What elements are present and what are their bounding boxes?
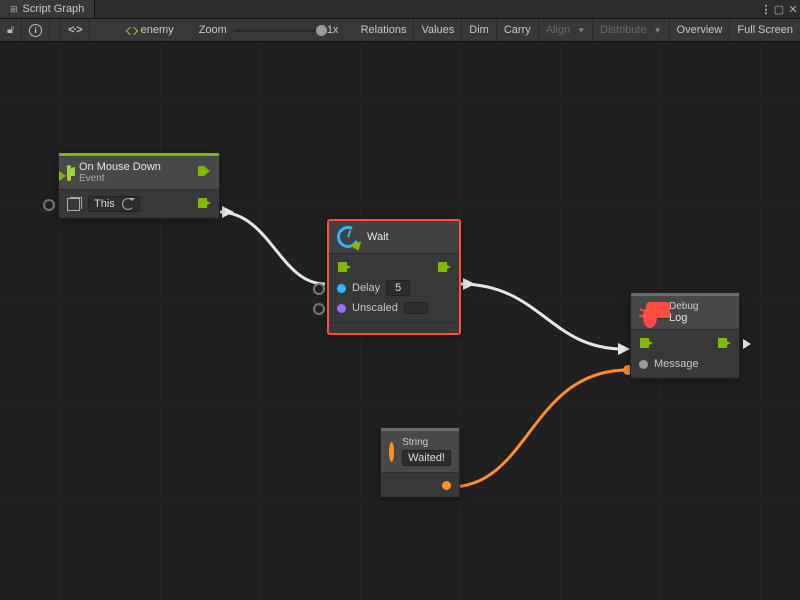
target-port-row: This [59,194,219,214]
delay-input-port[interactable] [313,283,325,295]
hierarchy-icon: ⊞ [10,4,18,15]
toolbar: 🔓︎ i <·> enemy Zoom 1x Relations Values … [0,19,800,42]
window-titlebar: ⊞ Script Graph ⋮ ▢ ✕ [0,0,800,19]
node-header[interactable]: Debug Log [631,296,739,330]
node-title: Log [669,312,698,324]
unscaled-label: Unscaled [352,302,398,314]
string-type-icon [389,442,394,462]
flow-input-port[interactable] [337,261,351,276]
zoom-label: Zoom [199,24,227,36]
flow-input-port[interactable] [639,337,653,352]
node-header[interactable]: String Waited! [381,431,459,473]
values-button[interactable]: Values [414,19,462,41]
object-type-icon [639,360,648,369]
lock-button[interactable]: 🔓︎ [0,19,22,41]
float-type-icon [337,284,346,293]
fullscreen-button[interactable]: Full Screen [730,19,800,41]
chevron-down-icon: ▼ [654,26,662,35]
breadcrumb-button[interactable]: <·> [60,19,90,41]
tab-title: Script Graph [23,3,85,15]
target-field[interactable]: This [88,196,140,212]
breadcrumb-icon: <·> [68,24,82,36]
node-title: String [402,437,451,448]
bool-type-icon [337,304,346,313]
flow-output-port[interactable] [197,197,211,212]
unscaled-checkbox[interactable] [404,302,428,314]
string-value-field[interactable]: Waited! [402,450,451,466]
flow-output-port[interactable] [437,261,451,276]
unscaled-input-port[interactable] [313,303,325,315]
target-input-port[interactable] [43,199,55,211]
flow-out-icon [197,165,211,180]
flow-external-out[interactable] [743,339,751,349]
node-on-mouse-down[interactable]: On Mouse Down Event This [58,152,220,219]
mouse-down-icon [67,167,71,179]
delay-field[interactable]: 5 [386,280,410,296]
zoom-value: 1x [327,24,339,36]
string-output-port[interactable] [442,481,451,490]
variable-icon [127,25,137,35]
breadcrumb-var-name: enemy [141,24,174,36]
graph-canvas[interactable]: On Mouse Down Event This [0,42,800,600]
node-string-literal[interactable]: String Waited! [380,427,460,498]
node-title: On Mouse Down [79,161,161,173]
refresh-icon [122,198,134,210]
node-subtitle: Event [79,173,161,184]
graph-inspector-button[interactable]: i [22,19,50,41]
overview-button[interactable]: Overview [670,19,731,41]
chevron-down-icon: ▼ [577,26,585,35]
node-debug-log[interactable]: Debug Log Message [630,292,740,379]
wait-icon [337,226,359,248]
output-row [381,477,459,493]
flow-row [329,258,459,278]
flow-row [631,334,739,354]
object-icon [67,198,80,211]
delay-row: Delay 5 [329,278,459,298]
node-header[interactable]: On Mouse Down Event [59,156,219,190]
dim-button[interactable]: Dim [462,19,497,41]
relations-button[interactable]: Relations [354,19,415,41]
node-title: Wait [367,231,389,243]
close-button[interactable]: ✕ [786,3,800,16]
window-menu-button[interactable]: ⋮ [758,3,772,16]
node-header[interactable]: Wait [329,221,459,254]
unscaled-row: Unscaled [329,298,459,318]
zoom-slider[interactable] [233,29,321,32]
info-icon: i [29,24,42,37]
maximize-button[interactable]: ▢ [772,3,786,16]
tab-script-graph[interactable]: ⊞ Script Graph [0,0,95,18]
bug-icon [639,303,661,323]
node-wait[interactable]: Wait Delay 5 Unscaled [327,219,461,335]
node-category: Debug [669,301,698,312]
delay-label: Delay [352,282,380,294]
flow-output-port[interactable] [717,337,731,352]
message-label: Message [654,358,699,370]
distribute-dropdown[interactable]: Distribute▼ [593,19,669,41]
lock-icon: 🔓︎ [7,24,14,37]
breadcrumb-variable[interactable]: enemy [120,19,181,41]
message-row: Message [631,354,739,374]
carry-button[interactable]: Carry [497,19,539,41]
align-dropdown[interactable]: Align▼ [539,19,593,41]
